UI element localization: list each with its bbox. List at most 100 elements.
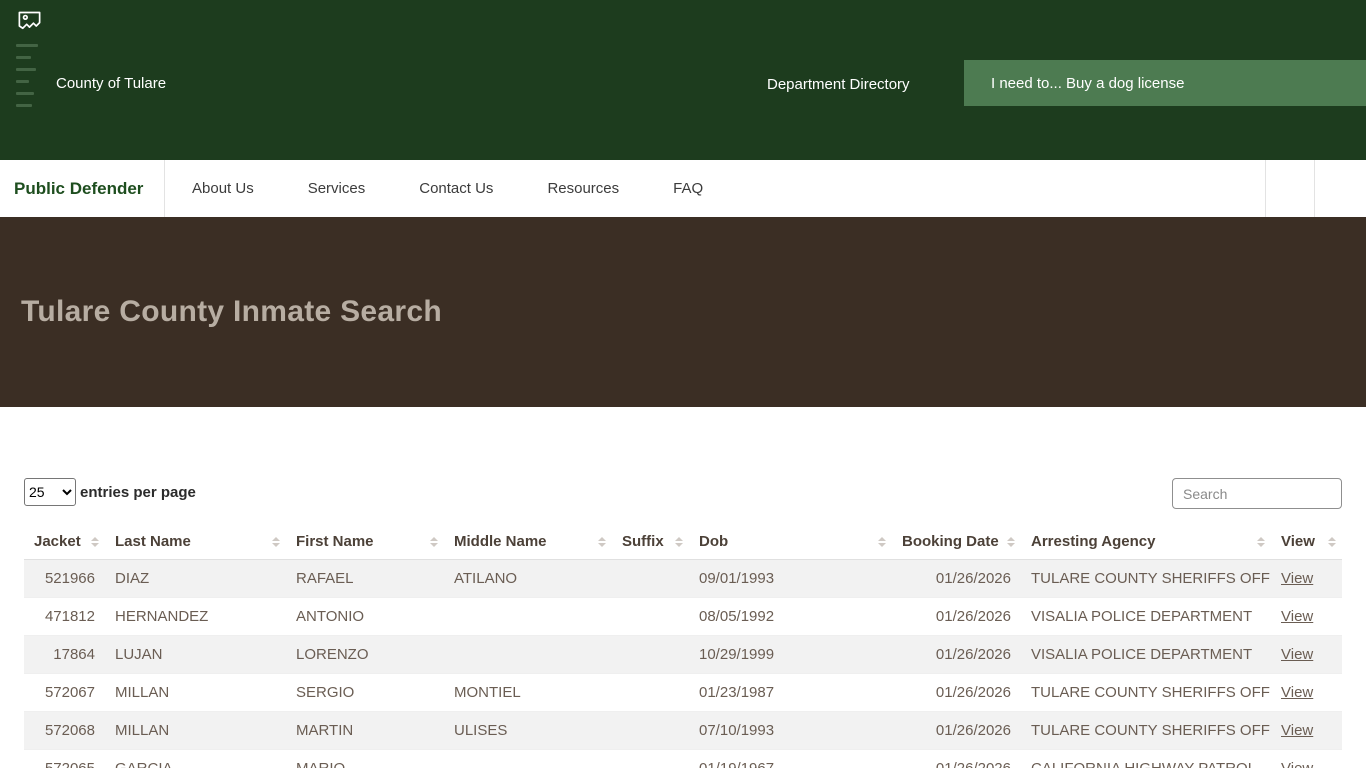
cell-arresting-agency: VISALIA POLICE DEPARTMENT	[1021, 635, 1271, 674]
sort-icon[interactable]	[1328, 536, 1336, 547]
table-controls: 25 entries per page	[24, 478, 1342, 509]
table-row: 521966 DIAZ RAFAEL ATILANO 09/01/1993 01/26/2…	[24, 559, 1342, 598]
cell-middle-name	[444, 749, 612, 768]
view-link[interactable]: View	[1281, 646, 1313, 663]
column-label: Jacket	[34, 533, 81, 550]
table-row: 572065GARCIAMARIO 01/19/196701/26/2026CAL…	[24, 749, 1342, 768]
cell-jacket: 17864	[24, 635, 105, 674]
nav-links: About Us Services Contact Us Resources F…	[165, 160, 730, 217]
column-header-dob[interactable]: Dob	[689, 524, 892, 560]
cell-jacket: 572067	[24, 673, 105, 712]
cell-view: View	[1271, 559, 1342, 598]
cell-middle-name: MONTIEL	[444, 673, 612, 712]
table-body: 521966 DIAZ RAFAEL ATILANO 09/01/1993 01/26/2…	[24, 559, 1342, 768]
cell-last-name: MILLAN	[105, 673, 286, 712]
sort-icon[interactable]	[1007, 536, 1015, 547]
sort-icon[interactable]	[675, 536, 683, 547]
sort-icon[interactable]	[598, 536, 606, 547]
cell-dob: 10/29/1999	[689, 635, 892, 674]
column-header-first-name[interactable]: First Name	[286, 524, 444, 560]
column-header-view[interactable]: View	[1271, 524, 1342, 560]
entries-per-page-label: entries per page	[80, 483, 196, 501]
column-header-suffix[interactable]: Suffix	[612, 524, 689, 560]
nav-item-services[interactable]: Services	[281, 180, 393, 197]
cell-suffix	[612, 559, 689, 598]
nav-item-contact-us[interactable]: Contact Us	[392, 180, 520, 197]
nav-divider	[1314, 160, 1315, 217]
cell-last-name: HERNANDEZ	[105, 597, 286, 636]
cell-arresting-agency: VISALIA POLICE DEPARTMENT	[1021, 597, 1271, 636]
search-input[interactable]	[1172, 478, 1342, 509]
logo-alt-text-lines	[16, 44, 40, 107]
cell-dob: 01/23/1987	[689, 673, 892, 712]
cell-suffix	[612, 749, 689, 768]
site-logo[interactable]	[16, 8, 46, 107]
column-header-last-name[interactable]: Last Name	[105, 524, 286, 560]
cell-dob: 09/01/1993	[689, 559, 892, 598]
page-title: Tulare County Inmate Search	[21, 295, 442, 328]
cell-booking-date: 01/26/2026	[892, 597, 1021, 636]
column-header-arresting-agency[interactable]: Arresting Agency	[1021, 524, 1271, 560]
sort-icon[interactable]	[1257, 536, 1265, 547]
sort-icon[interactable]	[91, 536, 99, 547]
cell-suffix	[612, 635, 689, 674]
table-header-row: Jacket Last Name First Name Middle Name Suff…	[24, 524, 1342, 560]
entries-per-page-select[interactable]: 25	[24, 478, 76, 506]
cell-suffix	[612, 711, 689, 750]
cell-last-name: DIAZ	[105, 559, 286, 598]
department-directory-link[interactable]: Department Directory	[767, 76, 910, 93]
view-link[interactable]: View	[1281, 760, 1313, 768]
site-header: County of Tulare Department Directory I …	[0, 0, 1366, 160]
cell-view: View	[1271, 673, 1342, 712]
cell-first-name: LORENZO	[286, 635, 444, 674]
cell-view: View	[1271, 635, 1342, 674]
table-row: 471812 HERNANDEZ ANTONIO 08/05/1992 01/26/20…	[24, 597, 1342, 636]
cell-middle-name: ATILANO	[444, 559, 612, 598]
cell-dob: 07/10/1993	[689, 711, 892, 750]
cell-first-name: MARIO	[286, 749, 444, 768]
column-label: Last Name	[115, 533, 191, 550]
cell-first-name: ANTONIO	[286, 597, 444, 636]
column-label: Booking Date	[902, 533, 999, 550]
sort-icon[interactable]	[272, 536, 280, 547]
cell-booking-date: 01/26/2026	[892, 635, 1021, 674]
nav-item-about-us[interactable]: About Us	[165, 180, 281, 197]
broken-image-icon	[16, 8, 46, 35]
cell-jacket: 572068	[24, 711, 105, 750]
cell-booking-date: 01/26/2026	[892, 559, 1021, 598]
nav-item-resources[interactable]: Resources	[520, 180, 646, 197]
view-link[interactable]: View	[1281, 722, 1313, 739]
department-brand-link[interactable]: Public Defender	[0, 160, 165, 217]
cell-view: View	[1271, 597, 1342, 636]
column-header-middle-name[interactable]: Middle Name	[444, 524, 612, 560]
hero-banner: Tulare County Inmate Search	[0, 217, 1366, 407]
cell-view: View	[1271, 711, 1342, 750]
column-label: Dob	[699, 533, 729, 550]
column-header-jacket[interactable]: Jacket	[24, 524, 105, 560]
cell-jacket: 521966	[24, 559, 105, 598]
view-link[interactable]: View	[1281, 684, 1313, 701]
cell-middle-name: ULISES	[444, 711, 612, 750]
nav-item-faq[interactable]: FAQ	[646, 180, 730, 197]
cell-last-name: GARCIA	[105, 749, 286, 768]
cell-suffix	[612, 597, 689, 636]
cell-view: View	[1271, 749, 1342, 768]
i-need-to-button[interactable]: I need to... Buy a dog license	[964, 60, 1366, 106]
table-row: 572067 MILLAN SERGIO MONTIEL 01/23/1987 01/26…	[24, 673, 1342, 712]
sort-icon[interactable]	[878, 536, 886, 547]
view-link[interactable]: View	[1281, 608, 1313, 625]
cell-arresting-agency: TULARE COUNTY SHERIFFS OFFICE	[1021, 711, 1271, 750]
view-link[interactable]: View	[1281, 570, 1313, 587]
sort-icon[interactable]	[430, 536, 438, 547]
inmate-table: Jacket Last Name First Name Middle Name Suff…	[24, 524, 1342, 768]
cell-booking-date: 01/26/2026	[892, 711, 1021, 750]
cell-last-name: MILLAN	[105, 711, 286, 750]
cell-last-name: LUJAN	[105, 635, 286, 674]
cell-jacket: 471812	[24, 597, 105, 636]
cell-dob: 08/05/1992	[689, 597, 892, 636]
table-row: 572068 MILLAN MARTIN ULISES 07/10/1993 01/26/…	[24, 711, 1342, 750]
cell-arresting-agency: TULARE COUNTY SHERIFFS OFFICE	[1021, 673, 1271, 712]
cell-booking-date: 01/26/2026	[892, 673, 1021, 712]
column-header-booking-date[interactable]: Booking Date	[892, 524, 1021, 560]
column-label: Suffix	[622, 533, 664, 550]
